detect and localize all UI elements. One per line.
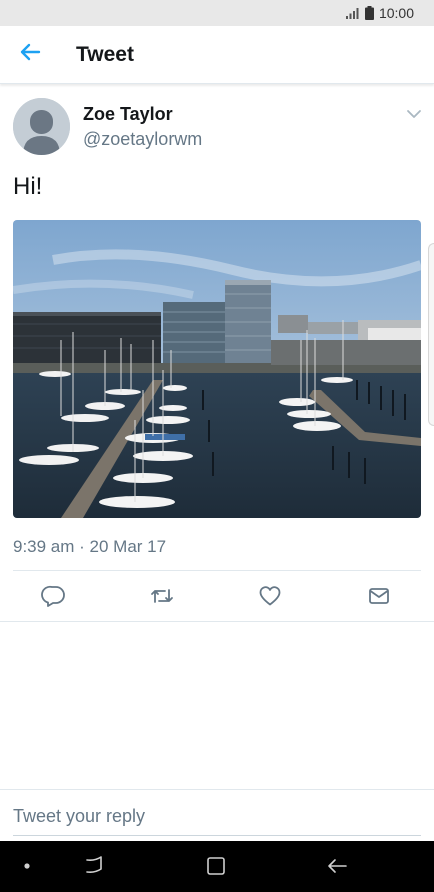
reply-input[interactable]	[13, 806, 421, 827]
status-time: 10:00	[378, 5, 414, 21]
status-bar: 10:00	[0, 0, 434, 26]
edge-panel-handle[interactable]	[428, 243, 434, 426]
battery-icon	[364, 6, 374, 20]
tweet-author: Zoe Taylor @zoetaylorwm	[0, 92, 434, 160]
tweet-action-bar	[0, 571, 434, 621]
author-name[interactable]: Zoe Taylor	[83, 104, 173, 125]
recents-icon[interactable]	[80, 851, 110, 881]
tweet-image[interactable]	[13, 220, 421, 518]
home-icon[interactable]	[201, 851, 231, 881]
back-button[interactable]	[0, 26, 60, 84]
heart-icon[interactable]	[257, 583, 283, 609]
tweet-text: Hi!	[13, 173, 43, 200]
mail-icon[interactable]	[366, 583, 392, 609]
author-handle[interactable]: @zoetaylorwm	[83, 129, 202, 150]
reply-icon[interactable]	[41, 583, 67, 609]
avatar[interactable]	[13, 98, 70, 155]
page-title: Tweet	[76, 42, 134, 66]
divider	[0, 621, 434, 622]
reply-underline	[13, 835, 421, 836]
signal-icon	[345, 7, 360, 19]
tweet-timestamp: 9:39 am · 20 Mar 17	[13, 537, 167, 556]
back-icon[interactable]	[322, 851, 352, 881]
dot-icon[interactable]	[12, 851, 42, 881]
arrow-left-icon	[19, 43, 41, 66]
retweet-icon[interactable]	[149, 583, 175, 609]
reply-area	[0, 789, 434, 841]
system-nav-bar	[0, 841, 434, 892]
app-header: Tweet	[0, 26, 434, 84]
chevron-down-icon[interactable]	[404, 104, 424, 124]
